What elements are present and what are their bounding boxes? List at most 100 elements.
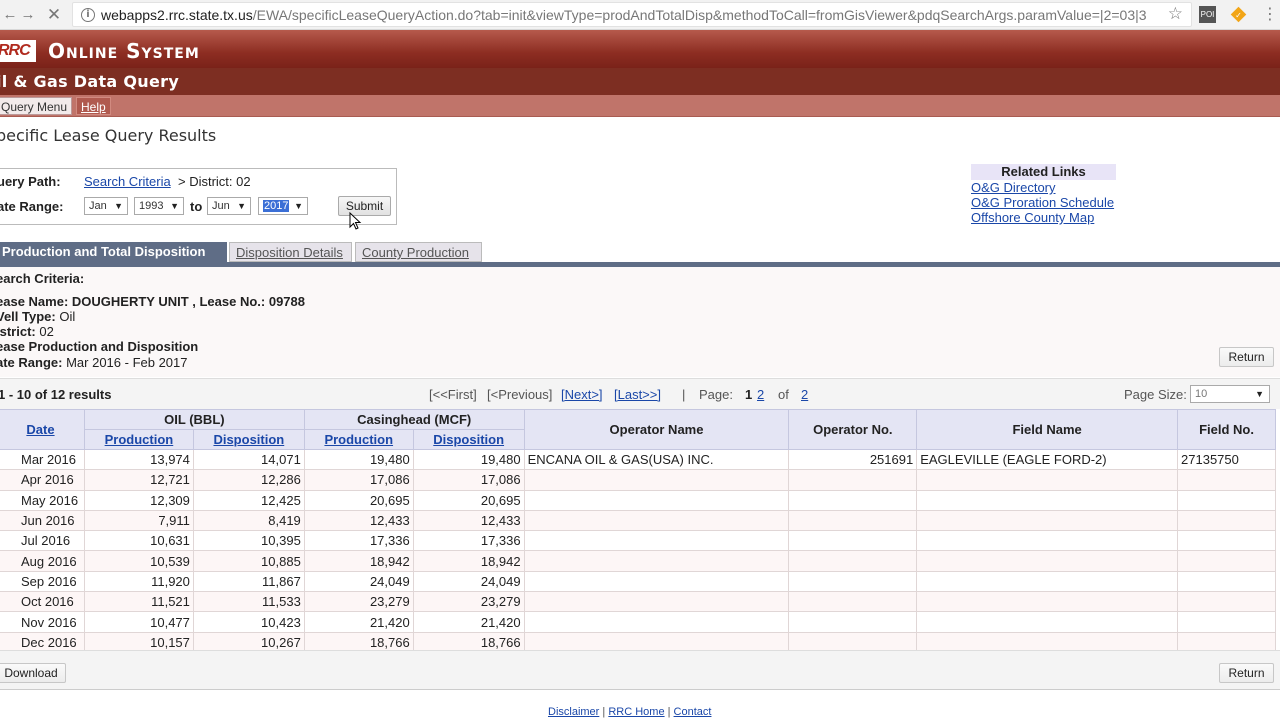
tab-disposition-details[interactable]: Disposition Details: [229, 242, 352, 262]
poi-extension-icon[interactable]: POI: [1199, 6, 1216, 23]
first-link[interactable]: [<<First]: [429, 387, 477, 402]
row-oil-production: 12,721: [83, 469, 194, 491]
gas-production-header[interactable]: Production: [303, 429, 414, 450]
row-date: Jun 2016: [0, 509, 85, 532]
info-icon[interactable]: i: [81, 8, 95, 22]
return-button-top[interactable]: Return: [1219, 347, 1274, 367]
related-links-heading: Related Links: [971, 164, 1116, 180]
table-row: Jul 2016 10,631 10,395 17,336 17,336: [0, 530, 1276, 552]
previous-link[interactable]: [<Previous]: [487, 387, 552, 402]
url-text[interactable]: webapps2.rrc.state.tx.us/EWA/specificLea…: [101, 7, 1151, 23]
submit-button[interactable]: Submit: [338, 196, 391, 216]
query-menu-link[interactable]: Query Menu: [0, 97, 73, 115]
row-field-name: [916, 550, 1179, 572]
url-path: /EWA/specificLeaseQueryAction.do?tab=ini…: [252, 7, 1147, 23]
row-field-name: [916, 591, 1179, 613]
download-button[interactable]: Download: [0, 663, 66, 683]
row-operator-no: [788, 611, 918, 633]
row-operator-name: [523, 469, 790, 491]
row-gas-production: 18,942: [303, 550, 414, 572]
table-row: Mar 2016 13,974 14,071 19,480 19,480 ENCANA O…: [0, 448, 1276, 471]
disclaimer-link[interactable]: Disclaimer: [548, 706, 599, 718]
row-gas-production: 12,433: [303, 509, 414, 532]
last-link[interactable]: [Last>>]: [614, 387, 661, 402]
footer-separator: |: [667, 706, 671, 718]
tab-county-production[interactable]: County Production: [355, 242, 482, 262]
contact-link[interactable]: Contact: [674, 706, 712, 718]
row-gas-production: 24,049: [303, 570, 414, 593]
search-criteria-link[interactable]: Search Criteria: [84, 174, 171, 189]
help-link[interactable]: Help: [76, 97, 111, 115]
row-gas-disposition: 21,420: [412, 611, 525, 633]
gas-disposition-header[interactable]: Disposition: [412, 429, 525, 450]
row-oil-disposition: 11,533: [192, 591, 305, 613]
field-no-header: Field No.: [1177, 409, 1276, 450]
url-host: webapps2.rrc.state.tx.us: [101, 7, 253, 23]
row-operator-no: [788, 550, 918, 572]
row-field-name: [916, 530, 1179, 552]
row-operator-name: [523, 570, 790, 593]
return-button-bottom[interactable]: Return: [1219, 663, 1274, 683]
row-field-name: EAGLEVILLE (EAGLE FORD-2): [916, 448, 1179, 471]
address-bar[interactable]: i webapps2.rrc.state.tx.us/EWA/specificL…: [72, 2, 1192, 27]
og-proration-schedule-link[interactable]: O&G Proration Schedule: [971, 195, 1131, 210]
row-oil-disposition: 12,425: [192, 489, 305, 511]
row-operator-name: [523, 611, 790, 633]
rrc-logo[interactable]: RRC: [0, 40, 36, 62]
pager-separator: |: [682, 387, 686, 402]
page-size-label: Page Size:: [1124, 387, 1187, 402]
table-row: Apr 2016 12,721 12,286 17,086 17,086: [0, 469, 1276, 491]
rrc-home-link[interactable]: RRC Home: [608, 706, 664, 718]
table-row: Oct 2016 11,521 11,533 23,279 23,279: [0, 591, 1276, 613]
stop-loading-icon[interactable]: ✕: [44, 5, 64, 25]
related-links: Related Links O&G Directory O&G Proratio…: [971, 164, 1131, 225]
lease-production-disposition-label: ease Production and Disposition: [0, 339, 199, 354]
page-2-link[interactable]: 2: [757, 387, 764, 402]
row-field-no: [1177, 489, 1276, 511]
query-path-label: uery Path:: [0, 174, 61, 189]
forward-arrow-icon[interactable]: →: [18, 5, 38, 25]
row-oil-production: 7,911: [83, 509, 194, 532]
og-directory-link[interactable]: O&G Directory: [971, 180, 1131, 195]
row-operator-no: [788, 591, 918, 613]
row-date: Nov 2016: [0, 611, 85, 633]
field-name-header: Field Name: [916, 409, 1179, 450]
row-field-name: [916, 509, 1179, 532]
row-operator-no: [788, 509, 918, 532]
next-link[interactable]: [Next>]: [561, 387, 603, 402]
row-oil-production: 11,920: [83, 570, 194, 593]
operator-no-header: Operator No.: [788, 409, 918, 450]
row-date: Mar 2016: [0, 448, 85, 471]
row-oil-disposition: 10,423: [192, 611, 305, 633]
from-month-select[interactable]: Jan ▼: [84, 197, 128, 215]
row-gas-production: 21,420: [303, 611, 414, 633]
row-field-no: [1177, 469, 1276, 491]
browser-menu-icon[interactable]: ⋮: [1262, 6, 1279, 23]
bookmark-star-icon[interactable]: ☆: [1168, 4, 1183, 24]
table-row: Jun 2016 7,911 8,419 12,433 12,433: [0, 509, 1276, 532]
row-field-no: [1177, 570, 1276, 593]
chevron-down-icon: ▼: [237, 201, 246, 211]
offshore-county-map-link[interactable]: Offshore County Map: [971, 210, 1131, 225]
row-operator-no: 251691: [788, 448, 918, 471]
oil-production-header[interactable]: Production: [83, 429, 194, 450]
row-oil-production: 10,539: [83, 550, 194, 572]
gas-group-header: Casinghead (MCF): [303, 409, 525, 430]
date-column-header[interactable]: Date: [0, 409, 85, 450]
to-year-select[interactable]: 2017 ▼: [258, 197, 308, 215]
to-month-value: Jun: [212, 200, 230, 212]
row-field-name: [916, 489, 1179, 511]
back-arrow-icon[interactable]: ←: [0, 5, 20, 25]
page-label: Page:: [699, 387, 733, 402]
oil-disposition-header[interactable]: Disposition: [192, 429, 305, 450]
page-total-link[interactable]: 2: [801, 387, 808, 402]
row-date: Oct 2016: [0, 591, 85, 613]
table-row: Nov 2016 10,477 10,423 21,420 21,420: [0, 611, 1276, 633]
extension-diamond-icon[interactable]: ✓: [1230, 6, 1247, 23]
page-size-select[interactable]: 10 ▼: [1190, 385, 1270, 403]
row-field-no: [1177, 509, 1276, 532]
to-month-select[interactable]: Jun ▼: [207, 197, 251, 215]
from-year-select[interactable]: 1993 ▼: [134, 197, 184, 215]
row-operator-name: ENCANA OIL & GAS(USA) INC.: [523, 448, 790, 471]
tab-production-total-disposition[interactable]: Production and Total Disposition: [0, 242, 227, 262]
